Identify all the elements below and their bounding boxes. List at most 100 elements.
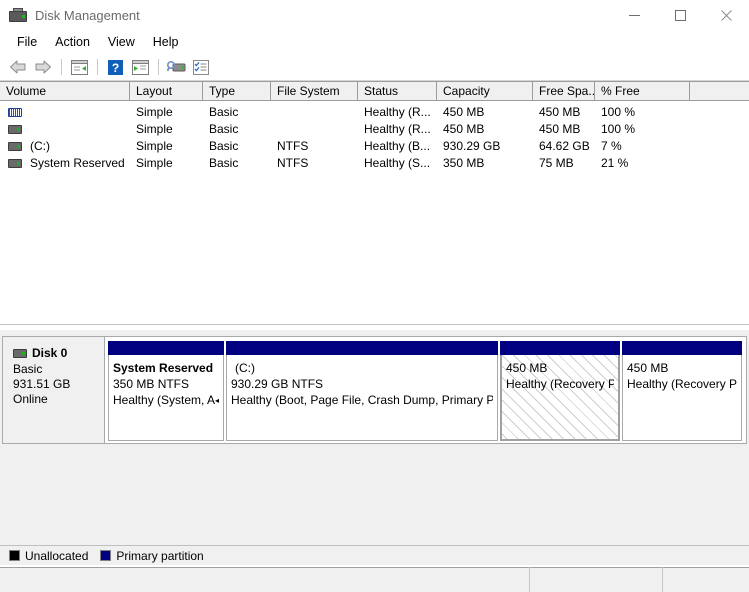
disk-management-icon bbox=[9, 8, 27, 22]
column-header-layout[interactable]: Layout bbox=[130, 82, 203, 100]
cell-layout: Simple bbox=[136, 105, 173, 119]
show-hide-action-pane-icon[interactable] bbox=[128, 56, 152, 78]
cell-layout: Simple bbox=[136, 122, 173, 136]
partition-recovery-1[interactable]: 450 MB Healthy (Recovery P▴ bbox=[500, 341, 620, 441]
show-hide-console-tree-icon[interactable] bbox=[67, 56, 91, 78]
maximize-button[interactable] bbox=[657, 0, 703, 30]
partition-body: 450 MB Healthy (Recovery P▴ bbox=[500, 355, 620, 441]
disk-type: Basic bbox=[13, 362, 43, 376]
back-arrow-icon[interactable] bbox=[6, 56, 30, 78]
volume-hatched-icon bbox=[8, 108, 22, 117]
volume-drive-icon bbox=[8, 142, 22, 151]
column-header-status[interactable]: Status bbox=[358, 82, 437, 100]
partition-size-fs: 450 MB bbox=[506, 361, 548, 375]
cell-volume[interactable]: (C:) bbox=[0, 138, 130, 155]
menu-item-file[interactable]: File bbox=[8, 33, 46, 51]
cell-volume[interactable]: System Reserved bbox=[0, 155, 130, 172]
menu-item-view[interactable]: View bbox=[99, 33, 144, 51]
window-controls bbox=[611, 0, 749, 30]
menu-item-action[interactable]: Action bbox=[46, 33, 99, 51]
help-icon[interactable]: ? bbox=[103, 56, 127, 78]
cell-capacity: 930.29 GB bbox=[443, 139, 501, 153]
column-header-filler bbox=[690, 82, 749, 100]
cell-type: Basic bbox=[209, 156, 239, 170]
cell-volume[interactable] bbox=[0, 125, 130, 134]
cell-capacity: 450 MB bbox=[443, 105, 485, 119]
cell-capacity: 450 MB bbox=[443, 122, 485, 136]
legend-item-unallocated: Unallocated bbox=[9, 549, 88, 563]
table-row[interactable]: Simple Basic Healthy (R... 450 MB 450 MB… bbox=[0, 104, 749, 121]
cell-volume-label: System Reserved bbox=[30, 156, 125, 170]
toolbar-separator bbox=[61, 59, 62, 75]
graphical-disk-view: Disk 0 Basic 931.51 GB Online System Res… bbox=[0, 330, 749, 545]
menu-bar: File Action View Help bbox=[0, 30, 749, 54]
partition-status: Healthy (Boot, Page File, Crash Dump, Pr… bbox=[231, 393, 493, 407]
cell-capacity: 350 MB bbox=[443, 156, 485, 170]
partition-recovery-2[interactable]: 450 MB Healthy (Recovery Pã bbox=[622, 341, 742, 441]
svg-text:?: ? bbox=[111, 61, 118, 75]
cell-percent-free: 7 % bbox=[601, 139, 622, 153]
title-bar: Disk Management bbox=[0, 0, 749, 30]
toolbar-separator bbox=[158, 59, 159, 75]
cell-free-space: 450 MB bbox=[539, 122, 581, 136]
cell-layout: Simple bbox=[136, 139, 173, 153]
disk-size: 931.51 GB bbox=[13, 377, 71, 391]
properties-icon[interactable] bbox=[189, 56, 213, 78]
window-title: Disk Management bbox=[35, 7, 140, 23]
cell-percent-free: 100 % bbox=[601, 122, 636, 136]
cell-percent-free: 100 % bbox=[601, 105, 636, 119]
column-header-volume[interactable]: Volume bbox=[0, 82, 130, 100]
column-header-percent-free[interactable]: % Free bbox=[595, 82, 690, 100]
volume-list-header: Volume Layout Type File System Status Ca… bbox=[0, 81, 749, 101]
column-header-file-system[interactable]: File System bbox=[271, 82, 358, 100]
cell-status: Healthy (R... bbox=[364, 122, 431, 136]
cell-status: Healthy (B... bbox=[364, 139, 431, 153]
partition-color-band bbox=[500, 341, 620, 355]
partition-size-fs: 450 MB bbox=[627, 361, 669, 375]
status-bar bbox=[0, 566, 749, 592]
partition-status: Healthy (System, A◂ bbox=[113, 393, 219, 407]
cell-status: Healthy (R... bbox=[364, 105, 431, 119]
table-row[interactable]: Simple Basic Healthy (R... 450 MB 450 MB… bbox=[0, 121, 749, 138]
partition-system-reserved[interactable]: System Reserved 350 MB NTFS Healthy (Sys… bbox=[108, 341, 224, 441]
toolbar: ? bbox=[0, 54, 749, 81]
table-row[interactable]: System Reserved Simple Basic NTFS Health… bbox=[0, 155, 749, 172]
rescan-disks-icon[interactable] bbox=[164, 56, 188, 78]
menu-item-help[interactable]: Help bbox=[144, 33, 188, 51]
minimize-button[interactable] bbox=[611, 0, 657, 30]
cell-free-space: 64.62 GB bbox=[539, 139, 590, 153]
partition-c-drive[interactable]: (C:) 930.29 GB NTFS Healthy (Boot, Page … bbox=[226, 341, 498, 441]
cell-free-space: 450 MB bbox=[539, 105, 581, 119]
status-pane-3 bbox=[663, 567, 749, 592]
close-button[interactable] bbox=[703, 0, 749, 30]
forward-arrow-icon[interactable] bbox=[31, 56, 55, 78]
disk-info-panel[interactable]: Disk 0 Basic 931.51 GB Online bbox=[2, 336, 105, 444]
partition-color-band bbox=[226, 341, 498, 355]
disk-name: Disk 0 bbox=[32, 346, 68, 360]
partition-status: Healthy (Recovery P▴ bbox=[506, 377, 614, 391]
legend-label-unallocated: Unallocated bbox=[25, 548, 89, 563]
cell-volume[interactable] bbox=[0, 108, 130, 117]
partition-status: Healthy (Recovery Pã bbox=[627, 377, 737, 391]
cell-percent-free: 21 % bbox=[601, 156, 629, 170]
cell-type: Basic bbox=[209, 105, 239, 119]
table-row[interactable]: (C:) Simple Basic NTFS Healthy (B... 930… bbox=[0, 138, 749, 155]
column-header-capacity[interactable]: Capacity bbox=[437, 82, 533, 100]
disk-row-0: Disk 0 Basic 931.51 GB Online System Res… bbox=[2, 336, 747, 444]
legend-swatch-primary-partition bbox=[100, 550, 112, 561]
partition-body: (C:) 930.29 GB NTFS Healthy (Boot, Page … bbox=[226, 355, 498, 441]
cell-file-system: NTFS bbox=[277, 156, 309, 170]
column-header-free-space[interactable]: Free Spa... bbox=[533, 82, 595, 100]
partition-body: 450 MB Healthy (Recovery Pã bbox=[622, 355, 742, 441]
legend-label-primary-partition: Primary partition bbox=[116, 548, 204, 563]
volume-list-body: Simple Basic Healthy (R... 450 MB 450 MB… bbox=[0, 101, 749, 172]
partition-body: System Reserved 350 MB NTFS Healthy (Sys… bbox=[108, 355, 224, 441]
disk-drive-icon bbox=[13, 348, 27, 358]
disk-status: Online bbox=[13, 392, 48, 406]
status-pane-2 bbox=[530, 567, 663, 592]
cell-status: Healthy (S... bbox=[364, 156, 431, 170]
legend-swatch-unallocated bbox=[9, 550, 20, 561]
column-header-type[interactable]: Type bbox=[203, 82, 271, 100]
cell-file-system: NTFS bbox=[277, 139, 309, 153]
disk-title: Disk 0 bbox=[13, 346, 104, 360]
